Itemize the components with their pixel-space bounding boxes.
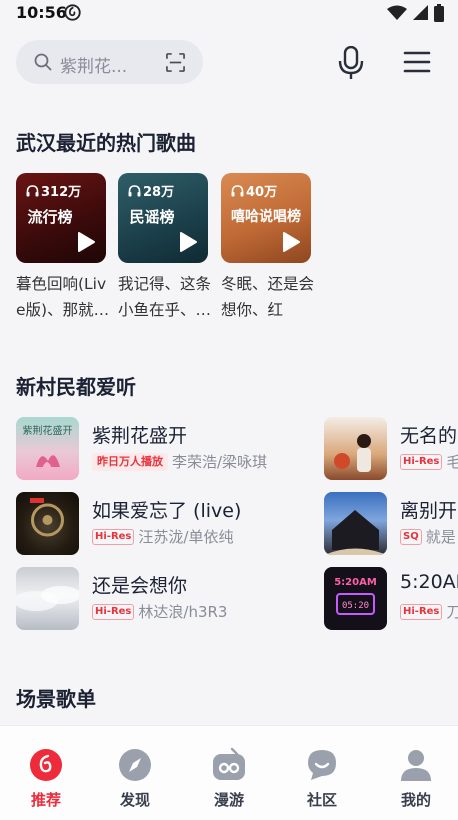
play-icon[interactable] — [178, 231, 198, 253]
community-icon — [308, 750, 336, 780]
quality-badge: Hi-Res — [92, 603, 135, 620]
nav-label: 社区 — [306, 791, 337, 809]
nav-item-mine[interactable]: 我的 — [370, 726, 458, 820]
compass-icon — [119, 749, 151, 781]
playlist-cover: 40万 嘻哈说唱榜 — [221, 173, 311, 263]
nav-label: 漫游 — [213, 791, 244, 809]
song-artist: 汪苏泷/单依纯 — [138, 528, 234, 546]
nav-item-community[interactable]: 社区 — [276, 726, 368, 820]
quality-badge: SQ — [400, 528, 422, 545]
quality-badge: Hi-Res — [92, 528, 135, 545]
play-count: 312万 — [26, 181, 81, 200]
user-icon — [401, 750, 431, 781]
play-icon[interactable] — [281, 231, 301, 253]
song-row[interactable]: 还是会想你 Hi-Res 林达浪/h3R3 — [16, 567, 316, 631]
netease-music-icon — [64, 4, 81, 21]
status-indicators — [387, 4, 444, 22]
headphones-icon — [26, 184, 39, 196]
song-artist: 刀 — [446, 603, 458, 621]
playlist-label: 嘻哈说唱榜 — [231, 209, 301, 225]
nav-label: 发现 — [119, 791, 150, 809]
song-artist: 就是 — [425, 528, 456, 546]
play-count: 40万 — [231, 181, 277, 200]
song-meta: SQ 就是 — [400, 526, 456, 547]
play-count: 28万 — [128, 181, 174, 200]
quality-badge: Hi-Res — [400, 453, 443, 470]
play-icon[interactable] — [76, 231, 96, 253]
signal-icon — [413, 5, 428, 20]
song-cover: 紫荆花盛开 — [16, 417, 79, 480]
section-title-new: 新村民都爱听 — [16, 375, 136, 399]
song-artist: 林达浪/h3R3 — [138, 603, 228, 621]
battery-icon — [434, 4, 444, 22]
nav-item-roam[interactable]: 漫游 — [183, 726, 275, 820]
headphones-icon — [128, 184, 141, 196]
search-input[interactable]: 紫荆花... — [16, 40, 203, 84]
song-artist: 毛 — [446, 453, 458, 471]
bottom-nav: 推荐 发现 漫游 社区 我的 — [0, 725, 458, 820]
song-meta: Hi-Res 刀 — [400, 601, 458, 622]
album-art: 紫荆花盛开 — [23, 424, 73, 469]
playlist-card[interactable]: 28万 民谣榜 我记得、这条小鱼在乎、成都 — [118, 173, 211, 323]
nav-label: 我的 — [400, 791, 431, 809]
song-cover: 5:20AM 05:20 — [324, 567, 387, 630]
svg-text:紫荆花盛开: 紫荆花盛开 — [23, 424, 73, 437]
album-art — [30, 498, 64, 537]
playlist-card[interactable]: 40万 嘻哈说唱榜 冬眠、还是会想你、红 — [221, 173, 314, 323]
microphone-icon[interactable] — [337, 46, 365, 80]
song-artist: 李荣浩/梁咏琪 — [172, 453, 268, 471]
search-placeholder: 紫荆花... — [60, 57, 128, 77]
song-meta: 昨日万人播放 李荣浩/梁咏琪 — [92, 451, 267, 472]
playlist-description: 冬眠、还是会想你、红 — [221, 275, 315, 319]
status-time: 10:56 — [16, 3, 67, 22]
playlist-description: 我记得、这条小鱼在乎、成都 — [118, 275, 212, 319]
playlist-cover: 28万 民谣榜 — [118, 173, 208, 263]
menu-icon[interactable] — [403, 50, 431, 74]
search-icon — [34, 53, 52, 71]
song-cover — [16, 492, 79, 555]
song-row[interactable]: 如果爱忘了 (live) Hi-Res 汪苏泷/单依纯 — [16, 492, 316, 556]
song-meta: Hi-Res 毛 — [400, 451, 458, 472]
playlist-cover: 312万 流行榜 — [16, 173, 106, 263]
svg-text:05:20: 05:20 — [342, 601, 369, 611]
song-meta: Hi-Res 林达浪/h3R3 — [92, 601, 227, 622]
nav-item-recommend[interactable]: 推荐 — [0, 726, 92, 820]
nav-item-discover[interactable]: 发现 — [89, 726, 181, 820]
song-row[interactable]: 无名的 Hi-Res 毛 — [324, 417, 458, 481]
scan-icon[interactable] — [166, 53, 185, 72]
song-cover — [324, 417, 387, 480]
recommend-icon — [30, 749, 62, 781]
quality-badge: Hi-Res — [400, 603, 443, 620]
song-row[interactable]: 5:20AM 05:20 5:20AM Hi-Res 刀 — [324, 567, 458, 631]
svg-text:5:20AM: 5:20AM — [334, 577, 377, 588]
playlist-label: 民谣榜 — [129, 208, 175, 226]
album-art — [324, 510, 387, 555]
play-badge: 昨日万人播放 — [92, 452, 168, 471]
playlist-label: 流行榜 — [27, 208, 73, 226]
song-title: 还是会想你 — [92, 575, 188, 597]
song-title: 无名的 — [400, 425, 458, 447]
song-row[interactable]: 离别开 SQ 就是 — [324, 492, 458, 556]
wifi-icon — [387, 5, 407, 20]
song-cover — [324, 492, 387, 555]
section-title-scene: 场景歌单 — [16, 687, 96, 711]
nav-label: 推荐 — [30, 791, 61, 809]
album-art: 5:20AM 05:20 — [334, 577, 377, 615]
song-cover — [16, 567, 79, 630]
playlist-card[interactable]: 312万 流行榜 暮色回响(Live版)、那就这样吧 — [16, 173, 109, 323]
song-row[interactable]: 紫荆花盛开 紫荆花盛开 昨日万人播放 李荣浩/梁咏琪 — [16, 417, 316, 481]
song-title: 离别开 — [400, 500, 458, 522]
album-art — [334, 434, 371, 472]
song-title: 紫荆花盛开 — [92, 425, 188, 447]
status-bar: 10:56 — [0, 0, 458, 28]
section-title-hot: 武汉最近的热门歌曲 — [16, 131, 196, 155]
playlist-description: 暮色回响(Live版)、那就这样吧 — [16, 275, 110, 319]
headphones-icon — [231, 184, 244, 196]
album-art — [16, 586, 79, 611]
song-meta: Hi-Res 汪苏泷/单依纯 — [92, 526, 233, 547]
song-title: 如果爱忘了 (live) — [92, 500, 242, 522]
song-title: 5:20AM — [400, 571, 458, 593]
radio-icon — [213, 748, 245, 780]
